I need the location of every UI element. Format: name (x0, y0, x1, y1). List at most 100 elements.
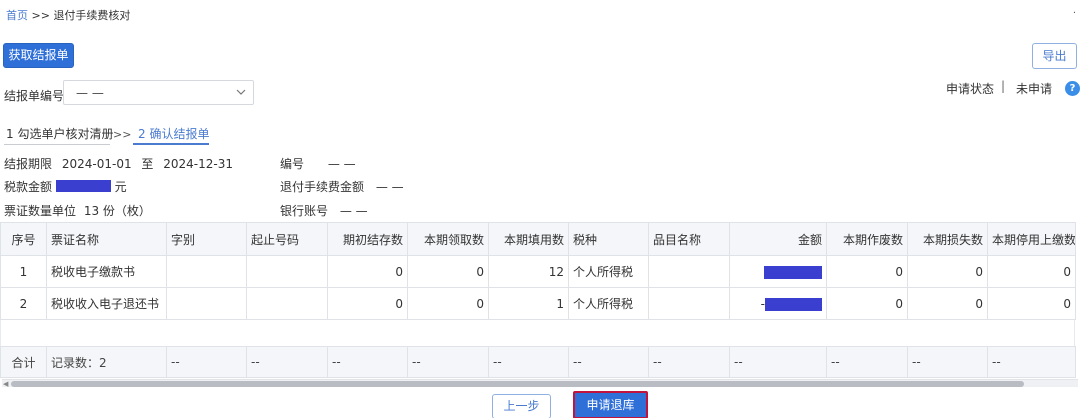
cell-amount (729, 255, 827, 288)
ticket-qty-label: 票证数量单位 (4, 204, 77, 218)
amount-redacted (765, 297, 822, 311)
period-to-word: 至 (141, 157, 154, 171)
col-header: 本期损失数 (907, 222, 988, 256)
tax-amount-redacted (55, 180, 111, 192)
cell-tax-type: 个人所得税 (568, 255, 649, 288)
ticket-qty-value: 13 份（枚） (83, 204, 151, 218)
number-value: — — (327, 157, 356, 171)
cell-range (246, 255, 328, 288)
summary-dash: -- (568, 346, 649, 378)
summary-row: 合计 记录数：2 -- -- -- -- -- -- -- -- -- -- -… (0, 346, 1080, 378)
cell-name: 税收收入电子退还书 (46, 287, 167, 320)
cell-item (648, 287, 730, 320)
step-1-underline (4, 144, 110, 145)
cell-opening: 0 (327, 255, 408, 288)
col-header: 字别 (166, 222, 247, 256)
scroll-left-icon[interactable]: ◀ (3, 380, 8, 388)
bank-value: — — (339, 204, 368, 218)
report-number-select[interactable]: — — (63, 80, 254, 105)
horizontal-scrollbar[interactable]: ◀ (2, 379, 1078, 388)
col-header: 金额 (729, 222, 827, 256)
step-separator: >> (113, 128, 132, 141)
step-2-tab[interactable]: 2 确认结报单 (138, 125, 209, 142)
summary-dash: -- (907, 346, 988, 378)
col-header: 期初结存数 (327, 222, 408, 256)
col-header: 序号 (0, 222, 47, 256)
col-header: 税种 (568, 222, 649, 256)
cell-stopped: 0 (987, 287, 1076, 320)
bank-field: 银行账号 — — (280, 202, 368, 219)
cell-tax-type: 个人所得税 (568, 287, 649, 320)
col-header: 票证名称 (46, 222, 167, 256)
cell-seq: 2 (0, 287, 47, 320)
apply-refund-button[interactable]: 申请退库 (573, 391, 648, 418)
number-label: 编号 (280, 157, 305, 171)
col-header: 本期作废数 (826, 222, 908, 256)
status-value: 未申请 (1016, 82, 1053, 96)
col-header: 本期填用数 (488, 222, 569, 256)
fee-value: — — (375, 180, 404, 194)
tax-amount-unit: 元 (114, 180, 127, 194)
previous-step-button[interactable]: 上一步 (492, 394, 551, 418)
summary-dash: -- (327, 346, 408, 378)
cell-opening: 0 (327, 287, 408, 320)
cell-lost: 0 (907, 255, 988, 288)
col-header: 本期停用上缴数 (987, 222, 1076, 256)
breadcrumb-separator: >> (31, 9, 50, 22)
fee-field: 退付手续费金额 — — (280, 178, 404, 195)
breadcrumb: 首页 >> 退付手续费核对 (6, 7, 130, 23)
summary-dash: -- (729, 346, 827, 378)
report-number-label: 结报单编号 (4, 89, 65, 103)
chevron-down-icon (236, 89, 246, 95)
period-field: 结报期限 2024-01-01 至 2024-12-31 (4, 155, 233, 172)
amount-redacted (764, 265, 822, 279)
col-header: 品目名称 (648, 222, 730, 256)
bank-label: 银行账号 (280, 204, 329, 218)
cell-voided: 0 (826, 255, 908, 288)
cell-name: 税收电子缴款书 (46, 255, 167, 288)
cell-received: 0 (407, 255, 489, 288)
cell-seq: 1 (0, 255, 47, 288)
step-2-underline (133, 143, 209, 145)
cell-zibie (166, 255, 247, 288)
breadcrumb-home[interactable]: 首页 (6, 9, 28, 22)
corner-mark: · (1072, 8, 1076, 19)
table-row[interactable]: 1 税收电子缴款书 0 0 12 个人所得税 0 0 0 (0, 255, 1076, 288)
report-number-value: — — (76, 86, 104, 100)
export-button[interactable]: 导出 (1032, 43, 1077, 69)
period-from: 2024-01-01 (61, 157, 132, 171)
summary-dash: -- (166, 346, 247, 378)
cell-lost: 0 (907, 287, 988, 320)
cell-used: 1 (488, 287, 569, 320)
summary-dash: -- (987, 346, 1076, 378)
status-separator: | (1001, 79, 1006, 93)
summary-count: 记录数：2 (46, 346, 167, 378)
summary-label: 合计 (0, 346, 47, 378)
cell-zibie (166, 287, 247, 320)
cell-received: 0 (407, 287, 489, 320)
scrollbar-thumb[interactable] (11, 381, 1024, 387)
cell-item (648, 255, 730, 288)
cell-range (246, 287, 328, 320)
tax-amount-label: 税款金额 (4, 180, 53, 194)
summary-dash: -- (488, 346, 569, 378)
table-header-row: 序号 票证名称 字别 起止号码 期初结存数 本期领取数 本期填用数 税种 品目名… (0, 222, 1076, 256)
ticket-table: 序号 票证名称 字别 起止号码 期初结存数 本期领取数 本期填用数 税种 品目名… (0, 222, 1080, 320)
period-to: 2024-12-31 (163, 157, 234, 171)
step-1-tab[interactable]: 1 勾选单户核对清册 (6, 125, 113, 142)
cell-amount: - (729, 287, 827, 320)
table-empty-area (0, 320, 1075, 346)
table-row[interactable]: 2 税收收入电子退还书 0 0 1 个人所得税 - 0 0 0 (0, 287, 1076, 320)
ticket-qty-field: 票证数量单位 13 份（枚） (4, 202, 151, 219)
help-icon[interactable]: ? (1065, 81, 1080, 96)
cell-voided: 0 (826, 287, 908, 320)
summary-dash: -- (826, 346, 908, 378)
cell-stopped: 0 (987, 255, 1076, 288)
fetch-report-button[interactable]: 获取结报单 (3, 43, 74, 68)
status-label: 申请状态 (946, 82, 995, 96)
number-field: 编号 — — (280, 155, 356, 172)
period-label: 结报期限 (4, 157, 53, 171)
summary-dash: -- (246, 346, 328, 378)
fee-label: 退付手续费金额 (280, 180, 365, 194)
col-header: 本期领取数 (407, 222, 489, 256)
